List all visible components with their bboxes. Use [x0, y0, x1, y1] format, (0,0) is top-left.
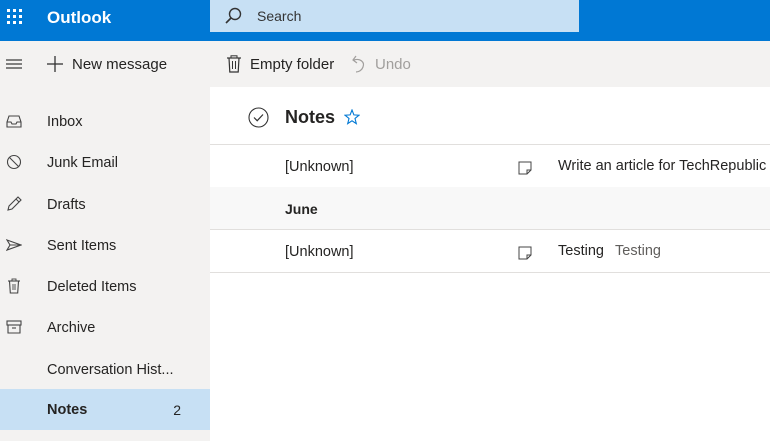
- app-title[interactable]: Outlook: [47, 8, 111, 28]
- block-icon: [6, 154, 22, 170]
- group-label: June: [285, 201, 318, 217]
- select-all-checkbox-icon[interactable]: [248, 107, 269, 128]
- folder-label: Sent Items: [47, 237, 117, 254]
- trash-icon: [227, 55, 241, 73]
- note-icon: [518, 246, 532, 260]
- message-sender: [Unknown]: [285, 159, 354, 175]
- folder-item-deleted-items[interactable]: Deleted Items: [0, 266, 210, 307]
- search-placeholder: Search: [257, 8, 302, 24]
- folder-label: Junk Email: [47, 154, 118, 171]
- note-icon: [518, 161, 532, 175]
- date-group-header: June: [210, 187, 770, 230]
- folder-item-junk-email[interactable]: Junk Email: [0, 142, 210, 183]
- send-icon: [6, 239, 22, 251]
- folder-label: Deleted Items: [47, 278, 137, 295]
- folder-label: Drafts: [47, 196, 86, 213]
- folder-item-notes[interactable]: Notes 2: [0, 389, 210, 430]
- app-launcher-icon[interactable]: [7, 9, 23, 25]
- undo-label: Undo: [375, 55, 411, 73]
- folder-item-inbox[interactable]: Inbox: [0, 101, 210, 142]
- command-bar: New message Empty folder Undo: [0, 41, 770, 87]
- undo-icon: [352, 55, 365, 73]
- folder-item-drafts[interactable]: Drafts: [0, 184, 210, 225]
- new-message-label: New message: [72, 55, 168, 73]
- folder-title: Notes: [285, 107, 336, 127]
- inbox-icon: [6, 115, 22, 128]
- menu-toggle-button[interactable]: [6, 41, 30, 87]
- message-row[interactable]: [Unknown] Write an article for TechRepub…: [210, 145, 770, 188]
- folder-pane: Inbox Junk Email Drafts Sent Items Delet…: [0, 87, 210, 441]
- message-list-header: Notes: [210, 87, 770, 145]
- folder-label: Inbox: [47, 113, 83, 130]
- folder-item-sent-items[interactable]: Sent Items: [0, 225, 210, 266]
- search-icon: [225, 7, 242, 24]
- top-bar: Outlook Search: [0, 0, 770, 41]
- search-box[interactable]: Search: [210, 0, 579, 32]
- message-sender: [Unknown]: [285, 244, 354, 260]
- message-row[interactable]: [Unknown] Testing Testing: [210, 230, 770, 273]
- message-preview: Testing: [615, 243, 661, 259]
- folder-label: Notes: [47, 401, 88, 418]
- folder-label: Archive: [47, 319, 96, 336]
- folder-item-conversation-history[interactable]: Conversation Hist...: [0, 349, 210, 390]
- empty-folder-button[interactable]: Empty folder: [226, 41, 334, 87]
- empty-folder-label: Empty folder: [250, 55, 335, 73]
- favorite-star-icon[interactable]: [344, 109, 360, 125]
- hamburger-icon: [6, 59, 22, 69]
- undo-button[interactable]: Undo: [350, 41, 411, 87]
- new-message-button[interactable]: New message: [46, 41, 167, 87]
- trash-icon: [8, 278, 20, 294]
- unread-count-badge: 2: [173, 401, 181, 418]
- message-subject: Write an article for TechRepublic: [558, 158, 767, 174]
- folder-label: Conversation Hist...: [47, 361, 174, 378]
- pencil-icon: [7, 196, 22, 211]
- folder-item-archive[interactable]: Archive: [0, 307, 210, 348]
- plus-icon: [47, 56, 63, 72]
- message-subject: Testing: [558, 243, 604, 259]
- archive-icon: [6, 320, 22, 334]
